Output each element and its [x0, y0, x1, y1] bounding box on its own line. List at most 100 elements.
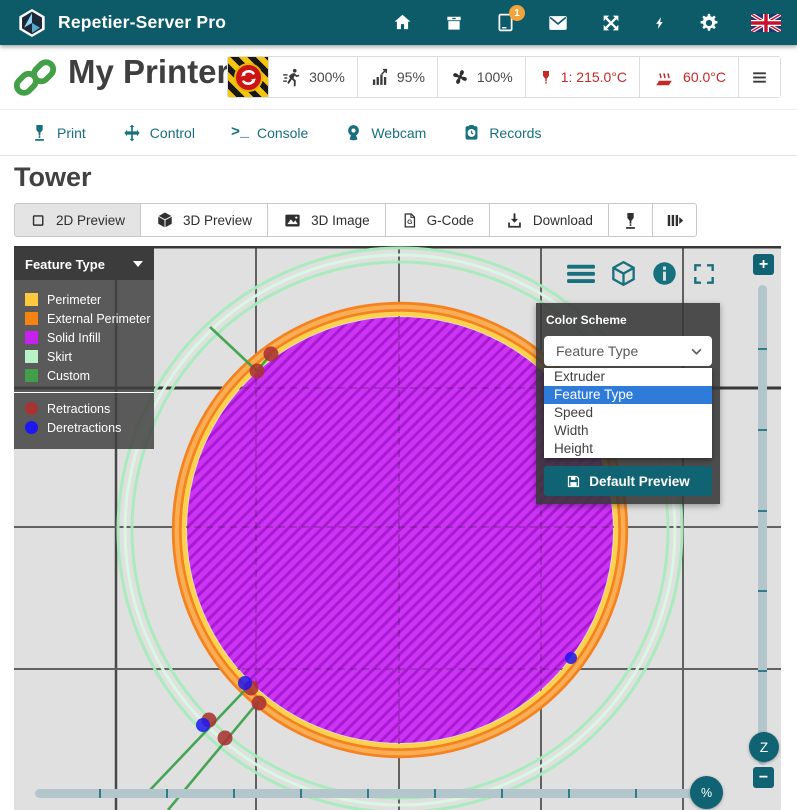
button-label: 2D Preview — [56, 213, 125, 228]
button-label: 3D Image — [311, 213, 370, 228]
2d-preview-button[interactable]: 2D Preview — [14, 203, 141, 237]
legend-label: Skirt — [47, 350, 72, 364]
color-scheme-panel: Color Scheme Feature Type ExtruderFeatur… — [536, 303, 720, 504]
option-extruder[interactable]: Extruder — [544, 368, 712, 386]
tab-console[interactable]: >_ Console — [231, 124, 308, 141]
legend-items: PerimeterExternal PerimeterSolid InfillS… — [14, 290, 154, 385]
tab-webcam[interactable]: Webcam — [344, 123, 426, 142]
legend-item: Deretractions — [14, 418, 154, 437]
slider-tick — [758, 670, 767, 672]
color-scheme-label: Color Scheme — [546, 313, 710, 327]
legend-title: Feature Type — [25, 257, 105, 272]
layer-slider-track[interactable] — [758, 285, 767, 765]
tab-control[interactable]: Control — [122, 123, 195, 143]
slider-tick — [635, 789, 637, 798]
legend-item: Perimeter — [14, 290, 154, 309]
cube-wireframe-icon[interactable] — [609, 259, 638, 288]
fan-icon — [450, 67, 470, 87]
bed-temp-status[interactable]: 60.0°C — [639, 57, 738, 97]
extruder-icon — [621, 211, 640, 230]
printer-tabs: Print Control >_ Console Webcam Records — [0, 110, 797, 156]
flow-status[interactable]: 95% — [357, 57, 437, 97]
3d-preview-button[interactable]: 3D Preview — [140, 203, 268, 237]
percent-handle[interactable]: % — [690, 776, 723, 809]
legend-item: Custom — [14, 366, 154, 385]
slider-tick — [758, 590, 767, 592]
button-label: G-Code — [427, 213, 474, 228]
emergency-stop-button[interactable] — [228, 57, 268, 97]
speed-status[interactable]: 300% — [268, 57, 357, 97]
menu-icon[interactable] — [566, 261, 596, 287]
expand-arrows-icon[interactable] — [600, 12, 622, 34]
button-label: Default Preview — [589, 474, 690, 489]
extruder-view-button[interactable] — [608, 203, 653, 237]
3d-image-button[interactable]: 3D Image — [267, 203, 386, 237]
extruder-temp-value: 1: 215.0°C — [561, 69, 627, 85]
printer-header: My Printer 300% 95% 100% — [0, 45, 797, 110]
layers-icon — [665, 211, 684, 230]
legend-header[interactable]: Feature Type — [14, 248, 154, 280]
option-height[interactable]: Height — [544, 440, 712, 458]
slider-tick — [758, 429, 767, 431]
cube-icon — [156, 211, 174, 229]
layer-range-button[interactable] — [652, 203, 697, 237]
fan-status[interactable]: 100% — [437, 57, 525, 97]
fullscreen-icon[interactable] — [691, 261, 717, 287]
zoom-out-button[interactable]: − — [753, 767, 774, 788]
tab-records[interactable]: Records — [462, 123, 541, 142]
color-scheme-options: ExtruderFeature TypeSpeedWidthHeight — [544, 368, 712, 458]
move-arrows-icon — [122, 123, 142, 143]
slider-tick — [568, 789, 570, 798]
legend-swatch — [25, 421, 38, 434]
lightning-icon[interactable] — [653, 16, 667, 30]
printer-menu-button[interactable] — [738, 57, 780, 97]
option-feature-type[interactable]: Feature Type — [544, 386, 712, 404]
slider-tick — [233, 789, 235, 798]
legend-item: External Perimeter — [14, 309, 154, 328]
tab-label: Print — [57, 125, 86, 141]
job-title: Tower — [14, 162, 92, 193]
tablet-icon[interactable]: 1 — [495, 12, 516, 33]
square-outline-icon — [30, 212, 47, 229]
gcode-button[interactable]: G G-Code — [385, 203, 490, 237]
legend-item: Skirt — [14, 347, 154, 366]
bed-temp-value: 60.0°C — [683, 69, 726, 85]
option-speed[interactable]: Speed — [544, 404, 712, 422]
legend-label: Perimeter — [47, 293, 101, 307]
color-scheme-select[interactable]: Feature Type — [544, 336, 712, 366]
legend-swatch — [25, 312, 38, 325]
slider-tick — [367, 789, 369, 798]
envelope-icon[interactable] — [547, 12, 569, 34]
progress-slider-track[interactable] — [35, 789, 721, 798]
save-icon — [566, 474, 581, 489]
storage-box-icon[interactable] — [444, 13, 464, 33]
speed-value: 300% — [309, 69, 345, 85]
tab-print[interactable]: Print — [30, 123, 86, 142]
legend-swatch — [25, 350, 38, 363]
download-button[interactable]: Download — [489, 203, 609, 237]
button-label: 3D Preview — [183, 213, 252, 228]
legend-swatch — [25, 331, 38, 344]
slider-tick — [166, 789, 168, 798]
slider-tick — [300, 789, 302, 798]
slider-tick — [758, 510, 767, 512]
flow-value: 95% — [397, 69, 425, 85]
extruder-temp-status[interactable]: 1: 215.0°C — [525, 57, 639, 97]
option-width[interactable]: Width — [544, 422, 712, 440]
legend-label: Retractions — [47, 402, 110, 416]
tab-label: Console — [257, 125, 308, 141]
printer-link-icon — [12, 55, 58, 101]
info-icon[interactable] — [651, 260, 678, 287]
fan-value: 100% — [477, 69, 513, 85]
emergency-stop-icon — [234, 63, 263, 92]
home-icon[interactable] — [392, 12, 413, 33]
default-preview-button[interactable]: Default Preview — [544, 466, 712, 496]
legend-swatch — [25, 369, 38, 382]
z-layer-handle[interactable]: Z — [749, 732, 779, 762]
gcode-2d-preview[interactable]: Feature Type Perimeter External Perimeter… — [14, 246, 781, 810]
uk-flag-icon[interactable] — [751, 14, 781, 32]
gear-icon[interactable] — [698, 12, 720, 34]
webcam-icon — [344, 123, 363, 142]
zoom-in-button[interactable]: + — [753, 254, 774, 275]
slider-tick — [434, 789, 436, 798]
